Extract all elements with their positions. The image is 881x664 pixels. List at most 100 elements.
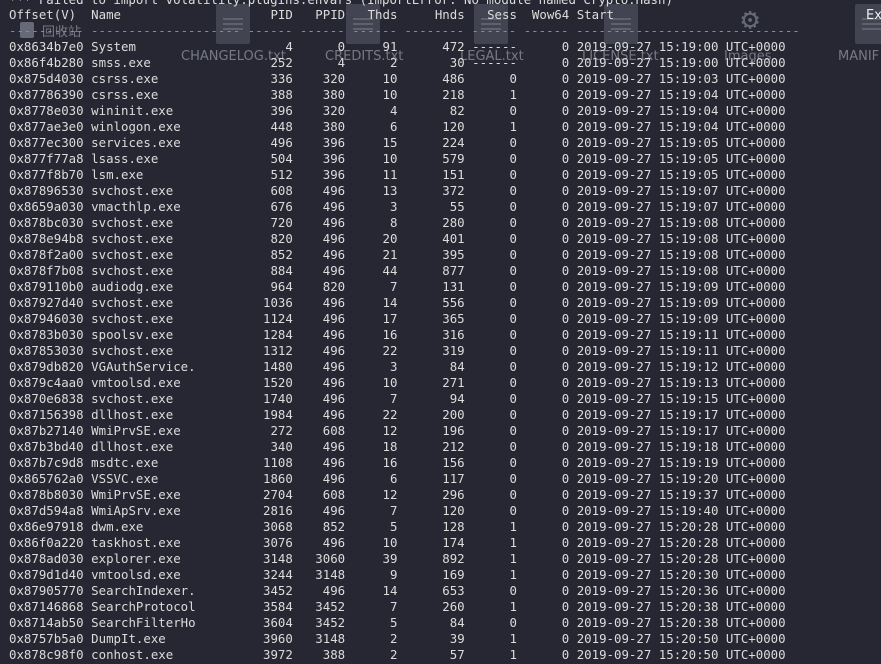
ppid-cell: 496 <box>322 359 346 374</box>
wow64-cell: 0 <box>561 567 570 582</box>
hnds-cell: 316 <box>442 327 465 342</box>
wow64-cell: 0 <box>561 135 570 150</box>
thds-cell: 20 <box>382 231 398 246</box>
wow64-cell: 0 <box>561 87 570 102</box>
pid-cell: 3604 <box>263 615 293 630</box>
pid-cell: 2816 <box>263 503 293 518</box>
pid-cell: 1312 <box>263 343 293 358</box>
offset-cell: 0x87786390 <box>9 87 84 102</box>
ppid-cell: 496 <box>322 311 346 326</box>
start-cell: 2019-09-27 15:19:08 UTC+0000 <box>576 263 786 278</box>
offset-cell: 0x8783b030 <box>9 327 84 342</box>
ppid-cell: 496 <box>322 295 346 310</box>
sess-cell: 0 <box>509 151 517 166</box>
ppid-cell: 608 <box>322 487 346 502</box>
offset-cell: 0x878e94b8 <box>9 231 84 246</box>
hnds-cell: 128 <box>442 519 465 534</box>
ppid-cell: 388 <box>322 647 346 662</box>
ppid-cell: 496 <box>322 327 346 342</box>
start-cell: 2019-09-27 15:19:17 UTC+0000 <box>576 407 786 422</box>
ppid-cell: 496 <box>322 183 346 198</box>
wow64-cell: 0 <box>561 375 570 390</box>
name-cell: WmiPrvSE.exe <box>91 423 181 438</box>
thds-cell: 10 <box>382 87 398 102</box>
pid-cell: 3244 <box>263 567 293 582</box>
ppid-cell: 496 <box>322 215 346 230</box>
sess-cell: 0 <box>509 231 517 246</box>
pid-cell: 1984 <box>263 407 293 422</box>
pid-cell: 1480 <box>263 359 293 374</box>
start-cell: 2019-09-27 15:20:38 UTC+0000 <box>576 615 786 630</box>
pid-cell: 512 <box>270 167 293 182</box>
ppid-cell: 496 <box>322 583 346 598</box>
hnds-cell: 120 <box>442 119 465 134</box>
terminal-output[interactable]: *** Failed to import volatility.plugins.… <box>9 0 881 664</box>
name-cell: conhost.exe <box>91 647 174 662</box>
start-cell: 2019-09-27 15:19:03 UTC+0000 <box>576 71 786 86</box>
wow64-cell: 0 <box>561 119 570 134</box>
ppid-cell: 396 <box>322 135 346 150</box>
sess-cell: 0 <box>509 423 517 438</box>
wow64-cell: 0 <box>561 167 570 182</box>
name-cell: VSSVC.exe <box>91 471 159 486</box>
start-cell: 2019-09-27 15:19:13 UTC+0000 <box>576 375 786 390</box>
thds-cell: 91 <box>382 39 398 54</box>
start-cell: 2019-09-27 15:19:05 UTC+0000 <box>576 135 786 150</box>
thds-cell: 10 <box>382 375 398 390</box>
start-cell: 2019-09-27 15:19:09 UTC+0000 <box>576 295 786 310</box>
wow64-cell: 0 <box>561 647 570 662</box>
offset-cell: 0x87946030 <box>9 311 84 326</box>
offset-cell: 0x878ad030 <box>9 551 84 566</box>
offset-cell: 0x878bc030 <box>9 215 84 230</box>
offset-cell: 0x870e6838 <box>9 391 84 406</box>
start-cell: 2019-09-27 15:19:40 UTC+0000 <box>576 503 786 518</box>
offset-cell: 0x877f8b70 <box>9 167 84 182</box>
offset-cell: 0x879110b0 <box>9 279 84 294</box>
thds-cell: 13 <box>382 183 398 198</box>
thds-cell: 14 <box>382 295 398 310</box>
start-cell: 2019-09-27 15:19:09 UTC+0000 <box>576 279 786 294</box>
name-cell: csrss.exe <box>91 71 159 86</box>
ppid-cell: 496 <box>322 375 346 390</box>
sess-cell: 1 <box>509 119 517 134</box>
hnds-cell: 472 <box>442 39 465 54</box>
hnds-cell: 84 <box>449 615 465 630</box>
start-cell: 2019-09-27 15:19:12 UTC+0000 <box>576 359 786 374</box>
wow64-cell: 0 <box>561 503 570 518</box>
offset-cell: 0x877ae3e0 <box>9 119 84 134</box>
ppid-cell: 852 <box>322 519 346 534</box>
ppid-cell: 820 <box>322 279 346 294</box>
offset-cell: 0x878c98f0 <box>9 647 84 662</box>
sess-cell: 0 <box>509 503 517 518</box>
thds-cell: 3 <box>389 199 398 214</box>
sess-cell: 1 <box>509 551 517 566</box>
start-cell: 2019-09-27 15:20:50 UTC+0000 <box>576 631 786 646</box>
sess-cell: 0 <box>509 439 517 454</box>
start-cell: 2019-09-27 15:20:50 UTC+0000 <box>576 647 786 662</box>
sess-cell: 0 <box>509 583 517 598</box>
sess-cell: 0 <box>509 135 517 150</box>
thds-cell: 22 <box>382 343 398 358</box>
pid-cell: 3960 <box>263 631 293 646</box>
ppid-cell: 496 <box>322 263 346 278</box>
wow64-cell: 0 <box>561 359 570 374</box>
name-cell: dwm.exe <box>91 519 144 534</box>
thds-cell: 22 <box>382 407 398 422</box>
sess-cell: 1 <box>509 87 517 102</box>
name-cell: smss.exe <box>91 55 151 70</box>
start-cell: 2019-09-27 15:19:05 UTC+0000 <box>576 167 786 182</box>
sess-cell: 0 <box>509 407 517 422</box>
start-cell: 2019-09-27 15:19:04 UTC+0000 <box>576 103 786 118</box>
name-cell: vmtoolsd.exe <box>91 375 181 390</box>
start-cell: 2019-09-27 15:19:08 UTC+0000 <box>576 215 786 230</box>
offset-cell: 0x86e97918 <box>9 519 84 534</box>
sess-cell: 0 <box>509 247 517 262</box>
thds-cell: 7 <box>389 503 398 518</box>
sess-cell: 1 <box>509 631 517 646</box>
offset-cell: 0x865762a0 <box>9 471 84 486</box>
ppid-cell: 0 <box>337 39 346 54</box>
sess-cell: 0 <box>509 487 517 502</box>
pid-cell: 3076 <box>263 535 293 550</box>
hnds-cell: 82 <box>449 103 465 118</box>
start-cell: 2019-09-27 15:19:07 UTC+0000 <box>576 199 786 214</box>
